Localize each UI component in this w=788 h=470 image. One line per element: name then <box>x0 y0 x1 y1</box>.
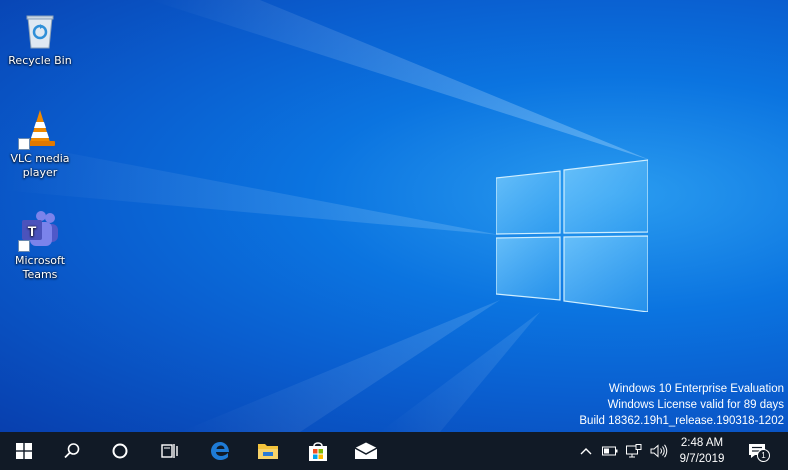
volume-icon <box>650 444 668 458</box>
desktop[interactable]: Recycle Bin VLC media player T Microsoft… <box>0 0 788 432</box>
mail-taskbar-button[interactable] <box>342 432 390 470</box>
wallpaper-light-rays <box>0 0 650 432</box>
edge-taskbar-button[interactable] <box>196 432 244 470</box>
chevron-up-icon <box>580 448 592 455</box>
vlc-icon <box>18 108 60 150</box>
cortana-button[interactable] <box>96 432 144 470</box>
task-view-button[interactable] <box>146 432 194 470</box>
mail-icon <box>354 442 378 459</box>
desktop-icon-label: Microsoft Teams <box>14 254 66 281</box>
cortana-circle-icon <box>112 443 128 459</box>
taskbar: 2:48 AM 9/7/2019 <box>0 432 788 470</box>
volume-tray-button[interactable] <box>648 432 670 470</box>
show-hidden-icons-button[interactable] <box>578 432 594 470</box>
store-taskbar-button[interactable] <box>294 432 342 470</box>
windows-logo-wallpaper <box>496 159 648 312</box>
shortcut-arrow-icon <box>18 138 30 150</box>
file-explorer-taskbar-button[interactable] <box>244 432 292 470</box>
desktop-icon-recycle-bin[interactable]: Recycle Bin <box>4 10 76 68</box>
store-bag-icon <box>309 442 327 461</box>
watermark-build: Build 18362.19h1_release.190318-1202 <box>579 415 784 427</box>
clock-time: 2:48 AM <box>680 437 724 449</box>
search-icon <box>64 443 80 459</box>
start-button[interactable] <box>0 432 48 470</box>
network-icon <box>626 444 642 458</box>
edge-icon <box>211 442 229 460</box>
battery-tray-button[interactable] <box>600 432 620 470</box>
notification-count-badge: 1 <box>757 449 770 462</box>
shortcut-arrow-icon <box>18 240 30 252</box>
activation-watermark: Windows 10 Enterprise Evaluation Windows… <box>579 381 784 429</box>
task-view-icon <box>161 444 178 458</box>
windows-start-icon <box>16 443 32 459</box>
watermark-edition: Windows 10 Enterprise Evaluation <box>608 383 784 395</box>
desktop-icon-teams[interactable]: T Microsoft Teams <box>4 210 76 282</box>
network-tray-button[interactable] <box>624 432 644 470</box>
watermark-license: Windows License valid for 89 days <box>607 399 784 411</box>
recycle-bin-icon <box>20 10 60 50</box>
search-button[interactable] <box>48 432 96 470</box>
desktop-icon-label: VLC media player <box>10 152 70 179</box>
desktop-icon-vlc[interactable]: VLC media player <box>4 108 76 180</box>
taskbar-clock[interactable]: 2:48 AM 9/7/2019 <box>672 432 732 470</box>
clock-date: 9/7/2019 <box>679 453 725 465</box>
folder-icon <box>258 444 278 459</box>
desktop-icon-label: Recycle Bin <box>8 54 72 67</box>
battery-icon <box>602 446 618 456</box>
teams-icon: T <box>18 210 60 252</box>
svg-text:T: T <box>28 223 37 239</box>
